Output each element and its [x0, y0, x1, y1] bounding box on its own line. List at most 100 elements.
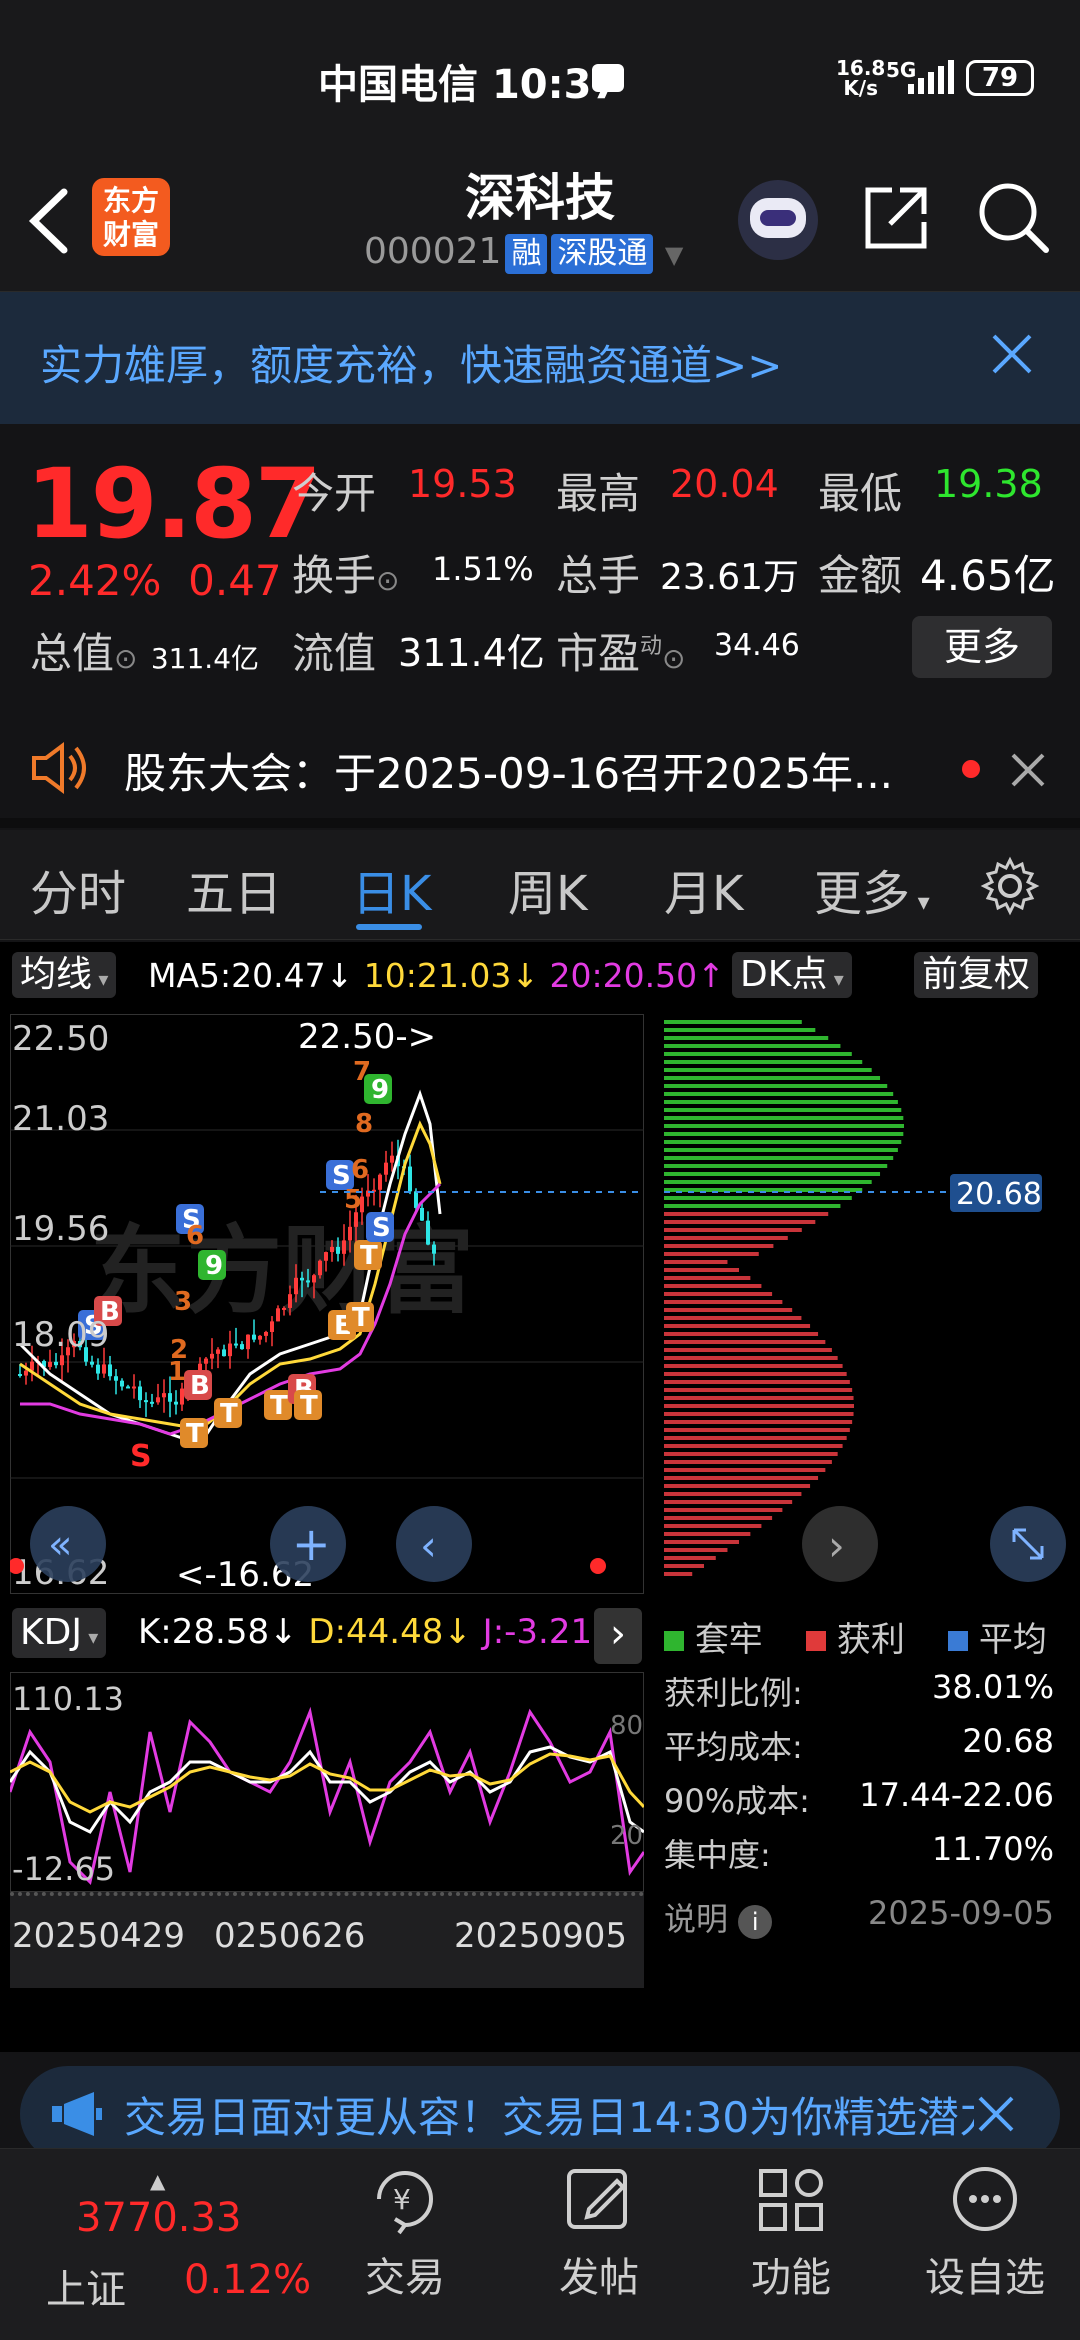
scroll-left-button[interactable]: « [30, 1506, 106, 1582]
nav-trade[interactable]: ¥ 交易 [330, 2159, 480, 2303]
info-icon[interactable]: ⊙ [662, 642, 685, 675]
info-icon[interactable]: i [738, 1905, 773, 1939]
quote-panel: 19.87 2.42% 0.47 总值⊙ 311.4亿 今开 19.53 最高 … [0, 424, 1080, 704]
zoom-in-button[interactable]: + [270, 1506, 346, 1582]
amount-value: 4.65亿 [920, 551, 1056, 600]
candle [114, 1376, 118, 1381]
chip-bar [664, 1100, 898, 1104]
chip-stat-value: 20.68 [962, 1722, 1054, 1760]
chevron-right-icon[interactable]: › [802, 1506, 878, 1582]
dk-point-dropdown[interactable]: DK点 ▾ [732, 952, 852, 998]
tab-daily-k[interactable]: 日K [352, 854, 431, 924]
back-icon[interactable] [22, 186, 72, 256]
dropdown-triangle-icon: ▾ [827, 967, 844, 991]
watermark: 东方财富 [90, 1215, 474, 1327]
svg-text:T: T [352, 1303, 370, 1333]
chip-bar [664, 1524, 762, 1528]
candle [210, 1353, 214, 1359]
chip-bar [664, 1236, 788, 1240]
chip-bar [664, 1436, 847, 1440]
active-tab-indicator [356, 924, 422, 930]
svg-text:6: 6 [351, 1155, 369, 1185]
chip-bar [664, 1116, 904, 1120]
chip-bar [664, 1172, 881, 1176]
indicator-dropdown[interactable]: 均线 ▾ [12, 952, 117, 998]
candle [288, 1294, 292, 1308]
chip-bar [664, 1076, 881, 1080]
chip-bar [664, 1140, 902, 1144]
gear-icon[interactable] [980, 856, 1040, 916]
info-icon[interactable]: ⊙ [376, 564, 399, 597]
tab-monthly-k[interactable]: 月K [664, 854, 743, 924]
candle [54, 1361, 58, 1366]
tab-intraday[interactable]: 分时 [30, 854, 126, 924]
stock-code-row[interactable]: 000021 融深股通 ▼ [364, 230, 683, 277]
chip-bar [664, 1044, 841, 1048]
close-icon[interactable] [976, 2094, 1016, 2134]
chip-bar [664, 1068, 872, 1072]
candle [120, 1380, 124, 1387]
chip-distribution-panel[interactable]: 20.68 › [664, 1014, 1070, 1594]
tab-five-day[interactable]: 五日 [186, 854, 282, 924]
battery-level: 79 [981, 63, 1019, 93]
close-icon[interactable] [990, 332, 1034, 376]
info-icon[interactable]: ⊙ [114, 642, 137, 675]
explain-link[interactable]: 说明 [664, 1900, 728, 1938]
connect-tag: 深股通 [551, 234, 654, 274]
chevron-down-icon: ▼ [664, 241, 684, 269]
nav-post[interactable]: 发帖 [524, 2159, 674, 2303]
candle [126, 1386, 130, 1389]
trade-icon: ¥ [377, 2171, 433, 2235]
chip-bar [664, 1124, 904, 1128]
promo-banner[interactable]: 实力雄厚，额度充裕，快速融资通道>> [0, 292, 1080, 424]
close-icon[interactable] [1010, 752, 1046, 788]
svg-text:T: T [270, 1391, 288, 1421]
search-icon[interactable] [976, 180, 1052, 256]
more-button[interactable]: 更多 [912, 616, 1052, 678]
nav-add-watchlist[interactable]: 设自选 [910, 2159, 1060, 2303]
kline-main-panel[interactable]: 东方财富 S B S 9 B T T T B T E T T S S 9 78 … [10, 1014, 644, 1594]
y-label-4: 18.09 [12, 1315, 109, 1355]
chip-bar [664, 1508, 783, 1512]
svg-text:S: S [372, 1213, 391, 1243]
notice-bar[interactable]: 股东大会：于2025-09-16召开2025年... [0, 708, 1080, 828]
candle [282, 1307, 286, 1310]
svg-text:+: + [292, 1517, 331, 1571]
kdj-y-top: 110.13 [12, 1680, 124, 1718]
kline-chart-area[interactable]: 均线 ▾ MA5:20.47↓ 10:21.03↓ 20:20.50↑ DK点 … [0, 942, 1080, 2052]
kdj-k-value: K:28.58↓ [138, 1612, 298, 1652]
up-caret-icon: ▲ [150, 2169, 166, 2193]
candle [300, 1277, 304, 1281]
chip-bar [664, 1276, 751, 1280]
candle [318, 1260, 322, 1276]
chip-bar [664, 1084, 888, 1088]
chart-period-tabs: 分时 五日 日K 周K 月K 更多 ▾ [0, 830, 1080, 940]
carrier: 中国电信 [318, 62, 478, 108]
kdj-next-button[interactable]: › [594, 1608, 642, 1664]
adjust-button[interactable]: 前复权 [914, 952, 1039, 998]
pe-label: 市盈 [556, 629, 641, 678]
legend-trapped: 套牢 [694, 1620, 763, 1660]
cost-line-label: 20.68 [956, 1177, 1042, 1212]
candle [336, 1246, 340, 1254]
nav-functions[interactable]: 功能 [716, 2159, 866, 2303]
chip-bar [664, 1348, 832, 1352]
change-percent: 2.42% [28, 556, 162, 605]
tab-more[interactable]: 更多 ▾ [814, 854, 930, 924]
chevron-left-icon[interactable]: ‹ [396, 1506, 472, 1582]
chip-bar [664, 1244, 774, 1248]
open-label: 今开 [292, 469, 377, 518]
share-icon[interactable] [860, 182, 932, 254]
candle [240, 1344, 244, 1350]
kdj-panel[interactable]: 110.13 -12.65 80 20 [10, 1672, 644, 1892]
turnover-label: 换手 [292, 551, 377, 600]
app-logo-line1: 东方 [102, 184, 159, 217]
legend-average: 平均 [978, 1620, 1047, 1660]
kdj-dropdown[interactable]: KDJ ▾ [12, 1608, 107, 1658]
chip-bar [664, 1212, 829, 1216]
ma20-value: 20:20.50↑ [549, 956, 725, 995]
robot-assistant-icon[interactable] [738, 180, 818, 260]
tab-weekly-k[interactable]: 周K [508, 854, 587, 924]
expand-icon[interactable] [990, 1506, 1066, 1582]
margin-tag: 融 [505, 234, 548, 274]
